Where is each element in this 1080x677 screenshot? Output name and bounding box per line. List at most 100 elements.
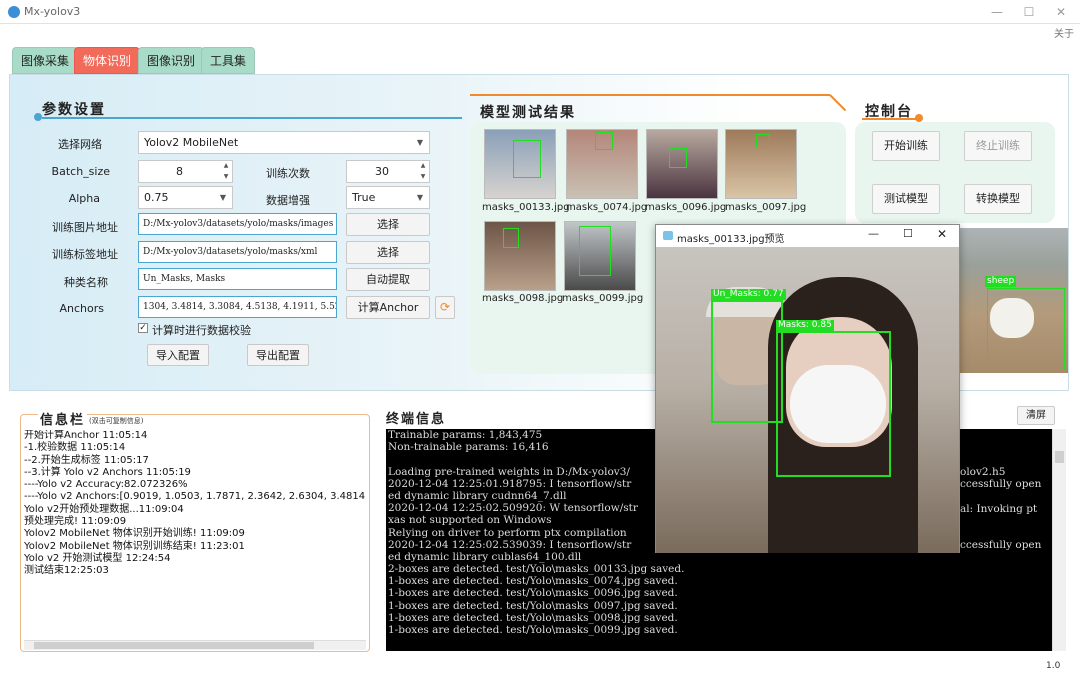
image-dir-input[interactable]: D:/Mx-yolov3/datasets/yolo/masks/images [138, 213, 337, 235]
result-thumbnail[interactable] [566, 129, 638, 199]
result-thumbnail[interactable] [484, 221, 556, 291]
spin-down-icon[interactable]: ▼ [221, 172, 231, 182]
terminal-fragment: ccessfully open [960, 539, 1042, 551]
terminal-line: 1-boxes are detected. test/Yolo\masks_00… [388, 587, 678, 600]
preview-close-button[interactable]: ✕ [937, 227, 947, 241]
scrollbar-thumb[interactable] [34, 642, 314, 649]
log-line: --3.计算 Yolo v2 Anchors 11:05:19 [24, 466, 191, 478]
info-log[interactable]: 开始计算Anchor 11:05:14 -1.校验数据 11:05:14 --2… [24, 430, 366, 638]
preview-minimize-button[interactable]: — [868, 227, 879, 240]
tab-object-detection[interactable]: 物体识别 [74, 47, 141, 74]
chevron-down-icon: ▼ [416, 193, 423, 202]
result-thumbnail[interactable] [484, 129, 556, 199]
info-subtitle: (双击可复制信息) [89, 416, 144, 426]
log-line: Yolov2 MobileNet 物体识别训练结束! 11:23:01 [24, 540, 245, 552]
import-config-button[interactable]: 导入配置 [147, 344, 209, 366]
epochs-label: 训练次数 [266, 167, 310, 180]
console-divider [862, 118, 918, 120]
terminal-fragment: al: Invoking pt [960, 503, 1038, 515]
log-line: 测试结束12:25:03 [24, 565, 109, 577]
terminal-line: 1-boxes are detected. test/Yolo\masks_00… [388, 611, 678, 624]
thumbnail-caption: masks_0074.jpg [566, 202, 648, 213]
verify-checkbox[interactable]: ✓ [138, 323, 148, 333]
clear-button[interactable]: 清屏 [1017, 406, 1055, 425]
tab-image-capture[interactable]: 图像采集 [12, 47, 79, 74]
app-icon [8, 6, 20, 18]
log-line: --2.开始生成标签 11:05:17 [24, 454, 149, 466]
thumbnail-caption: masks_0096.jpg [645, 202, 727, 213]
alpha-value: 0.75 [144, 191, 169, 204]
result-thumbnail[interactable] [564, 221, 636, 291]
test-model-button[interactable]: 测试模型 [872, 184, 940, 214]
close-button[interactable]: ✕ [1046, 2, 1076, 22]
network-value: Yolov2 MobileNet [144, 136, 239, 149]
terminal-line: 1-boxes are detected. test/Yolo\masks_00… [388, 599, 678, 612]
augment-value: True [352, 191, 376, 204]
sheep-detect-label: sheep [985, 276, 1017, 287]
augment-select[interactable]: True ▼ [346, 186, 430, 209]
log-line: 预处理完成! 11:09:09 [24, 516, 127, 528]
calc-anchor-button[interactable]: 计算Anchor [346, 296, 430, 319]
preview-titlebar[interactable]: masks_00133.jpg预览 — ☐ ✕ [656, 225, 959, 247]
log-line: -1.校验数据 11:05:14 [24, 442, 126, 454]
detect-label-masked: Masks: 0.85 [776, 320, 834, 331]
export-config-button[interactable]: 导出配置 [247, 344, 309, 366]
maximize-button[interactable]: ☐ [1014, 2, 1044, 22]
result-thumbnail[interactable] [646, 129, 718, 199]
terminal-fragment: ccessfully open [960, 478, 1042, 490]
params-title: 参数设置 [42, 102, 106, 118]
convert-model-button[interactable]: 转换模型 [964, 184, 1032, 214]
sheep-image: sheep [960, 228, 1068, 373]
thumbnail-caption: masks_00133.jpg [482, 202, 570, 213]
minimize-button[interactable]: — [982, 2, 1012, 22]
batch-spinbox[interactable]: 8 ▲ ▼ [138, 160, 233, 183]
scrollbar-thumb[interactable] [1055, 451, 1064, 463]
annotation-dir-label: 训练标签地址 [52, 248, 118, 261]
window-title: Mx-yolov3 [24, 5, 81, 18]
detect-box-masked [776, 331, 891, 477]
preview-maximize-button[interactable]: ☐ [903, 227, 913, 240]
spin-down-icon[interactable]: ▼ [418, 172, 428, 182]
choose-image-dir-button[interactable]: 选择 [346, 213, 430, 236]
classes-input[interactable]: Un_Masks, Masks [138, 268, 337, 290]
about-menu[interactable]: 关于 [1054, 25, 1074, 40]
title-bar: Mx-yolov3 — ☐ ✕ [0, 0, 1080, 24]
log-line: Yolo v2 开始测试模型 12:24:54 [24, 552, 171, 564]
log-line: Yolo v2开始预处理数据...11:09:04 [24, 503, 184, 515]
results-divider [470, 94, 830, 96]
spin-up-icon[interactable]: ▲ [221, 161, 231, 171]
log-line: 开始计算Anchor 11:05:14 [24, 430, 148, 441]
refresh-icon[interactable]: ⟳ [435, 296, 455, 319]
preview-window[interactable]: masks_00133.jpg预览 — ☐ ✕ Un_Masks: 0.77 M… [655, 224, 960, 553]
thumbnail-caption: masks_0099.jpg [562, 293, 644, 304]
choose-annotation-dir-button[interactable]: 选择 [346, 241, 430, 264]
anchors-input[interactable]: 1304, 3.4814, 3.3084, 4.5138, 4.1911, 5.… [138, 296, 337, 318]
tab-tools[interactable]: 工具集 [201, 47, 256, 74]
epochs-spinbox[interactable]: 30 ▲ ▼ [346, 160, 430, 183]
chevron-down-icon: ▼ [416, 138, 423, 147]
terminal-line: 1-boxes are detected. test/Yolo\masks_00… [388, 575, 678, 588]
log-line: ----Yolo v2 Accuracy:82.072326% [24, 479, 188, 491]
start-train-button[interactable]: 开始训练 [872, 131, 940, 161]
network-select[interactable]: Yolov2 MobileNet ▼ [138, 131, 430, 154]
info-scrollbar[interactable] [24, 640, 366, 650]
result-thumbnail[interactable] [725, 129, 797, 199]
stop-train-button[interactable]: 终止训练 [964, 131, 1032, 161]
terminal-scrollbar[interactable] [1052, 429, 1066, 651]
epochs-value: 30 [375, 165, 389, 178]
anchors-label: Anchors [59, 302, 105, 315]
results-title: 模型测试结果 [480, 105, 576, 121]
spin-up-icon[interactable]: ▲ [418, 161, 428, 171]
preview-image: Un_Masks: 0.77 Masks: 0.85 [656, 247, 959, 553]
version-label: 1.0 [1046, 661, 1061, 671]
auto-extract-button[interactable]: 自动提取 [346, 268, 430, 291]
params-divider [42, 117, 462, 119]
thumbnail-caption: masks_0097.jpg [725, 202, 807, 213]
batch-label: Batch_size [51, 165, 110, 178]
annotation-dir-input[interactable]: D:/Mx-yolov3/datasets/yolo/masks/xml [138, 241, 337, 263]
alpha-label: Alpha [68, 192, 100, 205]
alpha-select[interactable]: 0.75 ▼ [138, 186, 233, 209]
tab-image-recognition[interactable]: 图像识别 [138, 47, 205, 74]
verify-label: 计算时进行数据校验 [152, 324, 251, 337]
preview-title: masks_00133.jpg预览 [677, 234, 785, 245]
